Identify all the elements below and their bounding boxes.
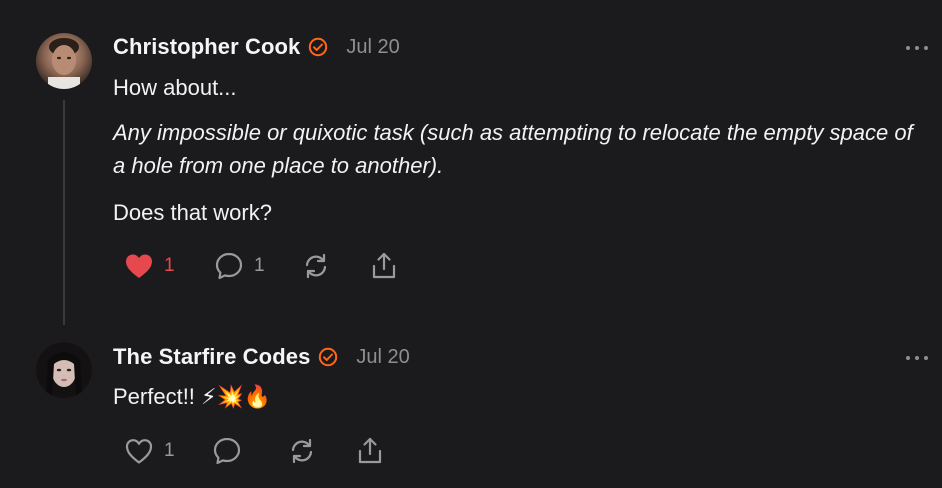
comment-text: How about... [113,75,237,100]
restack-icon [291,438,313,464]
more-icon[interactable] [906,355,928,361]
comment-date[interactable]: Jul 20 [356,346,409,369]
share-icon [358,437,382,464]
comment-date[interactable]: Jul 20 [346,36,399,59]
author-name[interactable]: Christopher Cook [113,34,300,60]
reply-button[interactable]: 1 [214,250,302,282]
avatar[interactable] [36,342,92,398]
restack-button[interactable] [288,435,356,467]
comment-icon [213,437,241,465]
author-name[interactable]: The Starfire Codes [113,344,310,370]
comment-icon [215,252,243,280]
share-button[interactable] [356,435,384,467]
comment-header: Christopher Cook Jul 20 [113,34,400,60]
restack-button[interactable] [302,250,370,282]
like-button[interactable]: 1 [124,435,212,467]
comment-header: The Starfire Codes Jul 20 [113,344,410,370]
comment-actions: 1 [124,435,384,467]
share-button[interactable] [370,250,398,282]
like-button[interactable]: 1 [124,250,214,282]
heart-icon [126,254,152,278]
verified-badge-icon [319,347,338,367]
comment-actions: 1 1 [124,250,398,282]
reply-count: 1 [254,255,265,276]
comment: The Starfire Codes Jul 20 Perfect!! ⚡💥🔥 … [0,330,942,488]
comment-text: Does that work? [113,200,272,225]
more-icon[interactable] [906,45,928,51]
comment-text: Perfect!! ⚡💥🔥 [113,384,272,409]
comment-quote: Any impossible or quixotic task (such as… [113,120,913,178]
avatar[interactable] [36,33,92,89]
share-icon [372,252,396,279]
heart-icon [125,439,153,464]
like-count: 1 [164,440,175,461]
like-count: 1 [164,255,175,276]
restack-icon [305,253,327,279]
verified-badge-icon [309,37,328,57]
reply-button[interactable] [212,435,288,467]
thread-line [63,100,65,325]
comment: Christopher Cook Jul 20 How about... Any… [0,0,942,330]
